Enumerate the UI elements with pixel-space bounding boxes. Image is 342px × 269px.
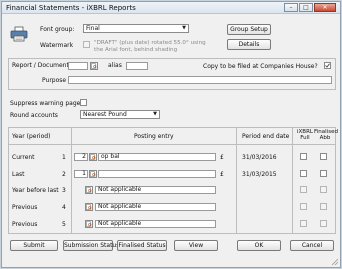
round-accounts-value: Nearest Pound — [83, 111, 127, 118]
finalised-abb-checkbox[interactable] — [320, 203, 327, 210]
font-group-label: Font group: — [40, 26, 75, 33]
row-number: 1 — [62, 154, 66, 161]
submission-status-button[interactable]: Submission Status — [63, 240, 119, 251]
posting-code-field[interactable]: 1 — [74, 170, 88, 178]
posting-entry-field[interactable]: op bal — [98, 153, 216, 161]
companies-house-label: Copy to be filed at Companies House? — [203, 63, 318, 70]
finalised-status-button[interactable]: Finalised Status — [117, 240, 167, 251]
round-accounts-label: Round accounts — [10, 112, 58, 119]
watermark-description: "DRAFT" (plus date) rotated 55.0° using … — [94, 40, 206, 53]
submit-button[interactable]: Submit — [10, 240, 58, 251]
dialog-window: Financial Statements - iXBRL Reports – □… — [1, 1, 341, 268]
close-button[interactable]: ✕ — [314, 3, 336, 12]
row-label: Current — [12, 154, 35, 161]
row-number: 5 — [62, 221, 66, 228]
suppress-warning-checkbox[interactable] — [80, 99, 87, 106]
suppress-warning-label: Suppress warning pages — [10, 100, 84, 107]
row-number: 2 — [62, 171, 66, 178]
row-label: Year before last — [12, 187, 59, 194]
period-end-date: 31/03/2015 — [242, 171, 277, 178]
column-header-ixbrl: iXBRL Full — [297, 129, 313, 141]
purpose-field[interactable] — [68, 76, 332, 84]
ixbrl-full-checkbox[interactable] — [300, 153, 307, 160]
lookup-icon[interactable] — [90, 62, 98, 70]
alias-field[interactable] — [126, 62, 148, 70]
title-bar[interactable]: Financial Statements - iXBRL Reports – □… — [2, 2, 340, 14]
chevron-down-icon: ▼ — [182, 25, 186, 31]
watermark-checkbox[interactable] — [83, 41, 90, 48]
posting-code-field[interactable]: 2 — [74, 153, 88, 161]
finalised-abb-checkbox[interactable] — [320, 186, 327, 193]
ok-button[interactable]: OK — [237, 240, 281, 251]
watermark-label: Watermark — [40, 42, 74, 49]
lookup-icon[interactable] — [85, 203, 93, 211]
column-header-finalised: Finalised Abb — [314, 129, 338, 141]
lookup-icon[interactable] — [89, 153, 97, 161]
round-accounts-select[interactable]: Nearest Pound ▼ — [80, 110, 160, 119]
check-icon — [325, 63, 330, 68]
printer-icon — [10, 26, 28, 42]
purpose-label: Purpose — [42, 77, 67, 84]
row-label: Previous — [12, 221, 38, 228]
currency-symbol: £ — [220, 154, 224, 161]
details-button[interactable]: Details — [227, 39, 271, 50]
column-header-period-end: Period end date — [242, 133, 290, 140]
period-end-date: 31/03/2016 — [242, 154, 277, 161]
lookup-icon[interactable] — [85, 186, 93, 194]
cancel-button[interactable]: Cancel — [290, 240, 334, 251]
row-number: 3 — [62, 187, 66, 194]
row-label: Previous — [12, 204, 38, 211]
ixbrl-full-checkbox[interactable] — [300, 220, 307, 227]
posting-entry-field[interactable]: Not applicable — [95, 220, 216, 228]
finalised-abb-checkbox[interactable] — [320, 220, 327, 227]
report-document-label: Report / Document — [12, 62, 69, 69]
font-group-value: Final — [86, 25, 100, 32]
lookup-icon[interactable] — [85, 220, 93, 228]
finalised-abb-checkbox[interactable] — [320, 153, 327, 160]
chevron-down-icon: ▼ — [153, 111, 157, 117]
view-button[interactable]: View — [174, 240, 218, 251]
posting-entry-field[interactable]: Not applicable — [95, 203, 216, 211]
column-header-year: Year (period) — [12, 133, 51, 140]
posting-entry-field[interactable]: Not applicable — [95, 186, 216, 194]
resize-grip-icon[interactable] — [331, 258, 339, 266]
window-title: Financial Statements - iXBRL Reports — [6, 4, 136, 12]
ixbrl-full-checkbox[interactable] — [300, 186, 307, 193]
lookup-icon[interactable] — [89, 170, 97, 178]
alias-label: alias — [108, 62, 122, 69]
row-label: Last — [12, 171, 25, 178]
column-header-posting: Posting entry — [134, 133, 174, 140]
row-number: 4 — [62, 204, 66, 211]
report-document-field[interactable] — [68, 62, 88, 70]
font-group-select[interactable]: Final ▼ — [83, 24, 189, 33]
posting-entry-field[interactable] — [98, 170, 216, 178]
header-divider — [8, 144, 336, 145]
minimize-button[interactable]: – — [284, 3, 298, 12]
group-setup-button[interactable]: Group Setup — [227, 24, 271, 35]
finalised-abb-checkbox[interactable] — [320, 170, 327, 177]
ixbrl-full-checkbox[interactable] — [300, 203, 307, 210]
maximize-button[interactable]: □ — [299, 3, 313, 12]
currency-symbol: £ — [220, 171, 224, 178]
companies-house-checkbox[interactable] — [324, 62, 331, 69]
ixbrl-full-checkbox[interactable] — [300, 170, 307, 177]
